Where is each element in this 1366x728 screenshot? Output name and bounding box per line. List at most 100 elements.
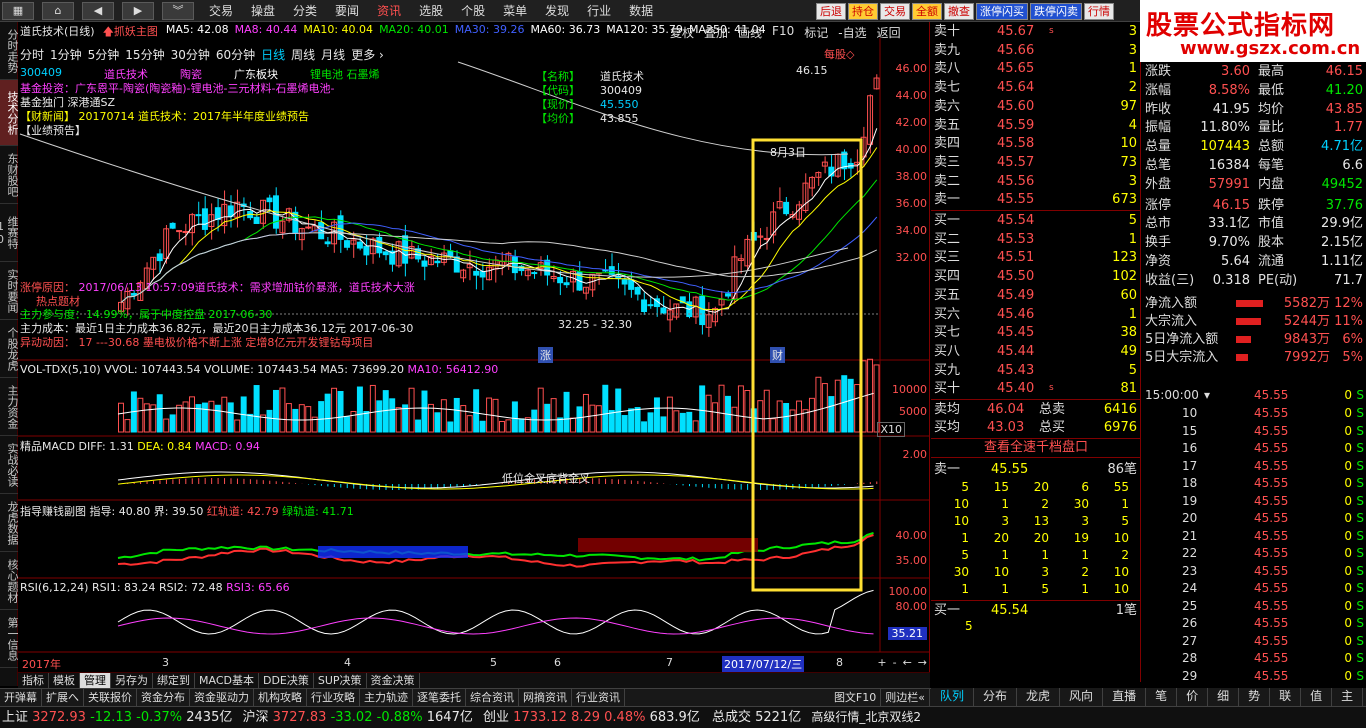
quick-button-0[interactable]: 后退 <box>816 3 846 20</box>
function-tab-7[interactable]: 主力轨迹 <box>360 689 413 706</box>
left-tab-7[interactable]: 实战必读 <box>0 436 19 494</box>
function-tab-1[interactable]: 扩展へ <box>42 689 84 706</box>
right-tab-0[interactable]: 队列 <box>931 688 975 706</box>
function-tab-11[interactable]: 行业资讯 <box>572 689 625 706</box>
chart-tool-1[interactable]: 叠加 <box>704 24 728 41</box>
back-icon-button[interactable]: ◀ <box>82 2 114 20</box>
right-tab-7[interactable]: 细 <box>1208 688 1240 706</box>
chart-tool-5[interactable]: -自选 <box>838 24 866 41</box>
function-tab-4[interactable]: 资金驱动力 <box>190 689 254 706</box>
left-tab-2[interactable]: 东财股吧 <box>0 146 19 204</box>
indicator-tab-5[interactable]: MACD基本 <box>195 673 259 688</box>
sell-level-1-row[interactable]: 卖九 45.66 3 <box>931 41 1141 60</box>
buy-level-5-row[interactable]: 买六 45.46 1 <box>931 305 1141 324</box>
menu-item-5[interactable]: 选股 <box>410 0 452 22</box>
right-tab-8[interactable]: 势 <box>1239 688 1271 706</box>
server-name[interactable]: 高级行情_北京双线2 <box>811 710 921 724</box>
right-tab-9[interactable]: 联 <box>1270 688 1302 706</box>
left-tab-3[interactable]: 维赛特10 <box>0 204 19 262</box>
chart-tool-6[interactable]: 返回 <box>877 24 901 41</box>
indicator-tab-0[interactable]: 指标 <box>18 673 49 688</box>
buy1-queue-head[interactable]: 买一 45.54 1笔 <box>931 600 1141 619</box>
left-tab-6[interactable]: 主力资金 <box>0 378 19 436</box>
forward-icon-button[interactable]: ▶ <box>122 2 154 20</box>
period-tab-3[interactable]: 15分钟 <box>125 46 164 63</box>
earnings-tag[interactable]: 【业绩预告】 <box>20 122 86 138</box>
right-tab-10[interactable]: 值 <box>1301 688 1333 706</box>
menu-item-3[interactable]: 要闻 <box>326 0 368 22</box>
sell-level-0-row[interactable]: 卖十 45.67 s 3 <box>931 22 1141 41</box>
menu-item-0[interactable]: 交易 <box>200 0 242 22</box>
buy-level-9-row[interactable]: 买十 45.40 s 81 <box>931 379 1141 398</box>
indicator-tab-2[interactable]: 管理 <box>80 673 111 688</box>
quick-button-7[interactable]: 行情 <box>1084 3 1114 20</box>
function-tab-0[interactable]: 开弹幕 <box>0 689 42 706</box>
sell-level-2-row[interactable]: 卖八 45.65 1 <box>931 59 1141 78</box>
buy-level-3-row[interactable]: 买四 45.50 102 <box>931 267 1141 286</box>
function-right-1[interactable]: 则边栏« <box>881 689 930 706</box>
menu-icon-button[interactable]: ▦ <box>2 2 34 20</box>
period-tab-7[interactable]: 周线 <box>291 46 315 63</box>
left-tab-10[interactable]: 第一信息 <box>0 610 19 668</box>
right-tab-6[interactable]: 价 <box>1177 688 1209 706</box>
scroll-right-icon[interactable]: → <box>918 656 927 669</box>
home-icon-button[interactable]: ⌂ <box>42 2 74 20</box>
quick-button-2[interactable]: 交易 <box>880 3 910 20</box>
quick-button-1[interactable]: 持仓 <box>848 3 878 20</box>
quick-button-6[interactable]: 跌停闪卖 <box>1030 3 1082 20</box>
scroll-left-icon[interactable]: ← <box>903 656 912 669</box>
sell1-queue-head[interactable]: 卖一 45.55 86笔 <box>931 460 1141 479</box>
menu-item-1[interactable]: 操盘 <box>242 0 284 22</box>
buy-level-7-row[interactable]: 买八 45.44 49 <box>931 342 1141 361</box>
sell-level-3-row[interactable]: 卖七 45.64 2 <box>931 78 1141 97</box>
indicator-tab-4[interactable]: 绑定到 <box>153 673 195 688</box>
function-tab-8[interactable]: 逐笔委托 <box>413 689 466 706</box>
indicator-tab-7[interactable]: SUP决策 <box>314 673 367 688</box>
menu-item-6[interactable]: 个股 <box>452 0 494 22</box>
period-tab-1[interactable]: 1分钟 <box>50 46 82 63</box>
left-tab-9[interactable]: 核心题材 <box>0 552 19 610</box>
quick-button-3[interactable]: 全额 <box>912 3 942 20</box>
left-tab-8[interactable]: 龙虎数据 <box>0 494 19 552</box>
menu-item-2[interactable]: 分类 <box>284 0 326 22</box>
menu-item-4[interactable]: 资讯 <box>368 0 410 22</box>
right-tab-1[interactable]: 分布 <box>974 688 1018 706</box>
indicator-tab-8[interactable]: 资金决策 <box>367 673 420 688</box>
zoom-out-icon[interactable]: - <box>893 656 897 669</box>
tick-head[interactable]: 15:00:00 ▾ 45.55 0 S <box>1142 386 1366 404</box>
function-tab-9[interactable]: 综合资讯 <box>466 689 519 706</box>
finance-tag[interactable]: 财 <box>770 347 785 363</box>
function-tab-2[interactable]: 关联报价 <box>84 689 137 706</box>
buy-level-2-row[interactable]: 买三 45.51 123 <box>931 248 1141 267</box>
buy-level-6-row[interactable]: 买七 45.45 38 <box>931 323 1141 342</box>
menu-item-8[interactable]: 发现 <box>536 0 578 22</box>
sell-level-4-row[interactable]: 卖六 45.60 97 <box>931 97 1141 116</box>
buy-level-1-row[interactable]: 买二 45.53 1 <box>931 230 1141 249</box>
indicator-tab-1[interactable]: 模板 <box>49 673 80 688</box>
limit-up-tag[interactable]: 涨 <box>538 347 553 363</box>
kline-chart-area[interactable]: 道氏技术(日线) 🡅抓妖主图 MA5: 42.08 MA8: 40.44 MA10:… <box>18 22 930 672</box>
function-tab-10[interactable]: 网摘资讯 <box>519 689 572 706</box>
zoom-in-icon[interactable]: + <box>877 656 886 669</box>
sell-level-7-row[interactable]: 卖三 45.57 73 <box>931 153 1141 172</box>
menu-item-10[interactable]: 数据 <box>620 0 662 22</box>
indicator-tab-6[interactable]: DDE决策 <box>259 673 314 688</box>
function-right-0[interactable]: 图文F10 <box>830 689 882 706</box>
sell-level-9-row[interactable]: 卖一 45.55 673 <box>931 190 1141 209</box>
per-share-tag[interactable]: 每股◇ <box>824 46 854 62</box>
right-tab-2[interactable]: 龙虎 <box>1017 688 1061 706</box>
indicator-tab-3[interactable]: 另存为 <box>111 673 153 688</box>
quick-button-4[interactable]: 撤查 <box>944 3 974 20</box>
chart-tool-2[interactable]: 画线 <box>738 24 762 41</box>
period-tab-5[interactable]: 60分钟 <box>216 46 255 63</box>
left-tab-5[interactable]: 个股龙虎 <box>0 320 19 378</box>
sell-level-5-row[interactable]: 卖五 45.59 4 <box>931 116 1141 135</box>
menu-item-7[interactable]: 菜单 <box>494 0 536 22</box>
right-tab-3[interactable]: 风向 <box>1060 688 1104 706</box>
buy-level-4-row[interactable]: 买五 45.49 60 <box>931 286 1141 305</box>
period-tab-8[interactable]: 月线 <box>321 46 345 63</box>
period-tab-4[interactable]: 30分钟 <box>171 46 210 63</box>
right-tab-11[interactable]: 主 <box>1332 688 1364 706</box>
right-tab-4[interactable]: 直播 <box>1103 688 1147 706</box>
collapse-icon-button[interactable]: ︾ <box>162 2 194 20</box>
